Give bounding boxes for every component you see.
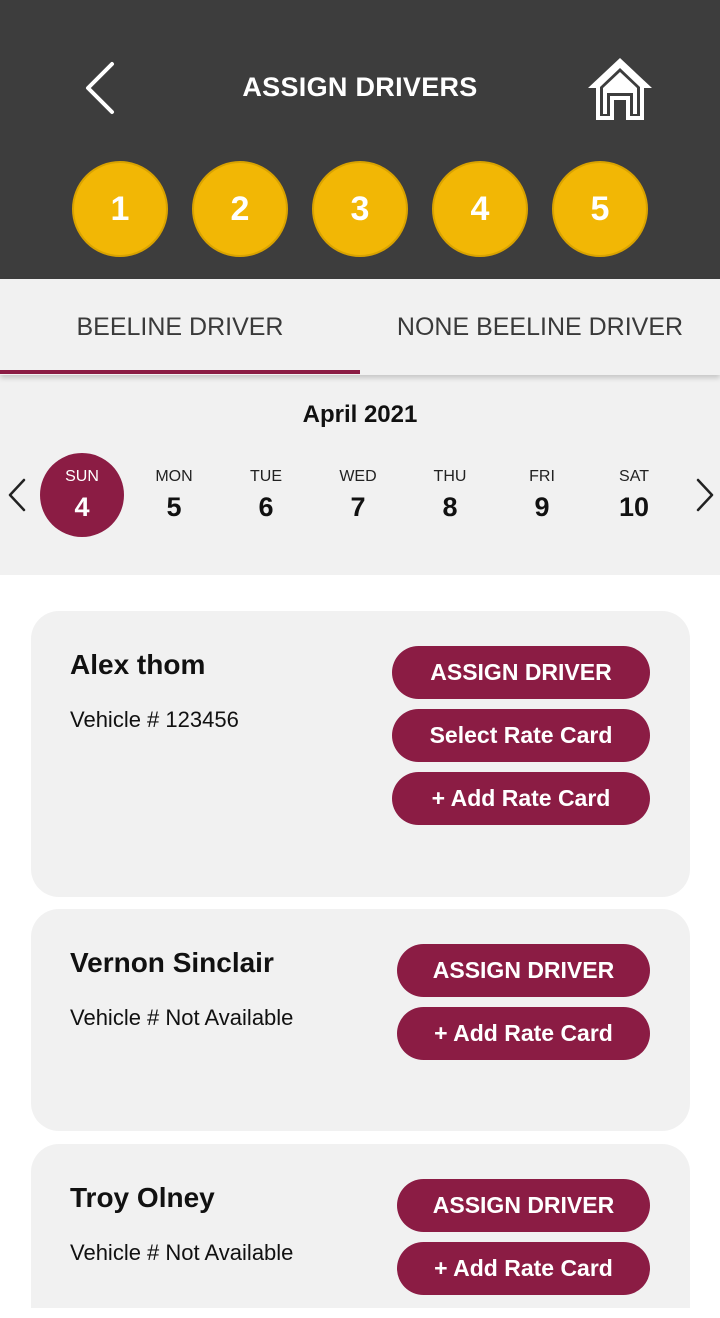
previous-week-button[interactable] <box>4 475 34 515</box>
add-rate-card-button[interactable]: + Add Rate Card <box>392 772 650 825</box>
day-number: 4 <box>74 491 90 522</box>
next-week-button[interactable] <box>688 475 718 515</box>
calendar-day-wed[interactable]: WED 7 <box>316 453 400 537</box>
vehicle-number: Vehicle # 123456 <box>70 707 239 732</box>
app-header: ASSIGN DRIVERS 1 2 3 4 5 <box>0 0 720 279</box>
vehicle-number: Vehicle # Not Available <box>70 1005 294 1030</box>
step-2[interactable]: 2 <box>192 161 288 257</box>
day-number: 8 <box>442 491 458 522</box>
calendar-day-sat[interactable]: SAT 10 <box>592 453 676 537</box>
calendar-day-thu[interactable]: THU 8 <box>408 453 492 537</box>
calendar-day-mon[interactable]: MON 5 <box>132 453 216 537</box>
step-3[interactable]: 3 <box>312 161 408 257</box>
step-indicator: 1 2 3 4 5 <box>72 161 648 257</box>
calendar-month: April 2021 <box>302 401 418 428</box>
calendar-day-sun[interactable]: SUN 4 <box>40 453 124 537</box>
driver-name: Alex thom <box>70 649 206 680</box>
day-number: 5 <box>166 491 182 522</box>
assign-driver-button[interactable]: ASSIGN DRIVER <box>392 646 650 699</box>
assign-driver-button[interactable]: ASSIGN DRIVER <box>397 944 650 997</box>
driver-card: Alex thom Vehicle # 123456 ASSIGN DRIVER… <box>31 611 690 897</box>
chevron-left-icon <box>8 478 26 512</box>
add-rate-card-button[interactable]: + Add Rate Card <box>397 1007 650 1060</box>
step-5[interactable]: 5 <box>552 161 648 257</box>
driver-card: Vernon Sinclair Vehicle # Not Available … <box>31 909 690 1131</box>
vehicle-number: Vehicle # Not Available <box>70 1240 294 1265</box>
day-number: 10 <box>618 491 650 522</box>
assign-driver-button[interactable]: ASSIGN DRIVER <box>397 1179 650 1232</box>
chevron-right-icon <box>696 478 714 512</box>
day-name: SUN <box>65 467 99 485</box>
day-name: FRI <box>529 467 555 485</box>
day-number: 9 <box>534 491 550 522</box>
driver-type-tabs: BEELINE DRIVER NONE BEELINE DRIVER <box>0 279 720 375</box>
home-button[interactable] <box>586 56 654 122</box>
day-name: SAT <box>619 467 649 485</box>
step-1[interactable]: 1 <box>72 161 168 257</box>
home-icon <box>588 58 652 120</box>
add-rate-card-button[interactable]: + Add Rate Card <box>397 1242 650 1295</box>
driver-card: Troy Olney Vehicle # Not Available ASSIG… <box>31 1144 690 1308</box>
driver-name: Vernon Sinclair <box>70 947 274 978</box>
day-number: 6 <box>258 491 274 522</box>
calendar-day-fri[interactable]: FRI 9 <box>500 453 584 537</box>
driver-name: Troy Olney <box>70 1182 215 1213</box>
week-calendar: April 2021 SUN 4 MON 5 TUE 6 WED 7 THU 8… <box>0 375 720 575</box>
day-name: TUE <box>250 467 282 485</box>
day-name: MON <box>155 467 193 485</box>
tab-beeline-driver[interactable]: BEELINE DRIVER <box>0 279 360 375</box>
day-number: 7 <box>350 491 366 522</box>
active-tab-indicator <box>0 370 360 374</box>
day-name: THU <box>433 467 467 485</box>
calendar-day-tue[interactable]: TUE 6 <box>224 453 308 537</box>
tab-none-beeline-driver[interactable]: NONE BEELINE DRIVER <box>360 279 720 375</box>
step-4[interactable]: 4 <box>432 161 528 257</box>
day-name: WED <box>339 467 377 485</box>
select-rate-card-button[interactable]: Select Rate Card <box>392 709 650 762</box>
